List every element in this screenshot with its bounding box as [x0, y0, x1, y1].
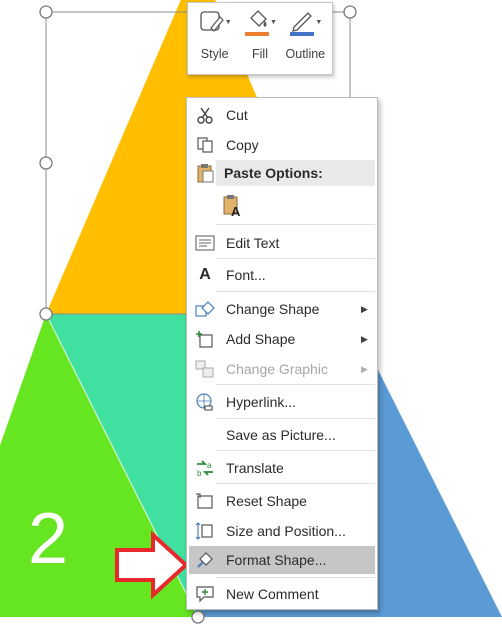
menu-label: Cut [226, 107, 248, 123]
outline-color-swatch [290, 32, 315, 36]
scissors-icon [193, 103, 217, 127]
resize-handle[interactable] [39, 156, 53, 170]
menu-separator [216, 418, 375, 419]
change-graphic-icon [193, 357, 217, 381]
style-icon: ▼ [198, 7, 232, 37]
format-shape-icon [193, 548, 217, 572]
menu-label: Translate [226, 460, 284, 476]
font-icon: A [199, 266, 211, 283]
menu-separator [216, 291, 375, 292]
menu-item-font[interactable]: A Font... [189, 261, 375, 289]
menu-label: Change Shape [226, 301, 320, 317]
clipboard-icon [193, 161, 217, 185]
style-label: Style [200, 47, 229, 61]
menu-label: Hyperlink... [226, 394, 297, 410]
paint-bucket-icon: ▼ [243, 7, 277, 37]
style-button[interactable]: ▼ Style [192, 7, 237, 74]
menu-item-size-and-position[interactable]: Size and Position... [189, 517, 375, 545]
menu-item-format-shape[interactable]: Format Shape... [189, 546, 375, 574]
reset-shape-icon [193, 489, 217, 513]
outline-button[interactable]: ▼ Outline [283, 7, 328, 74]
change-shape-icon [193, 297, 217, 321]
menu-item-save-as-picture[interactable]: Save as Picture... [189, 421, 375, 449]
menu-item-change-graphic[interactable]: Change Graphic ▶ [189, 355, 375, 383]
paste-options-header: Paste Options: [216, 160, 375, 186]
svg-text:A: A [231, 204, 241, 218]
fill-button[interactable]: ▼ Fill [237, 7, 282, 74]
fill-color-swatch [244, 32, 269, 36]
menu-item-hyperlink[interactable]: Hyperlink... [189, 388, 375, 416]
comment-icon [193, 582, 217, 606]
menu-item-change-shape[interactable]: Change Shape ▶ [189, 295, 375, 323]
menu-label: Size and Position... [226, 523, 346, 539]
context-menu: Cut Copy Paste Options: A Edit Text A Fo… [186, 97, 378, 610]
menu-label: Edit Text [226, 235, 280, 251]
resize-handle[interactable] [191, 610, 205, 624]
copy-icon [193, 133, 217, 157]
pen-icon: ▼ [288, 7, 322, 37]
paste-keep-text-button[interactable]: A [220, 192, 248, 220]
menu-label: New Comment [226, 586, 319, 602]
resize-handle[interactable] [39, 307, 53, 321]
menu-separator [216, 224, 375, 225]
mini-toolbar: ▼ Style ▼ Fill ▼ Outline [187, 2, 333, 75]
menu-item-copy[interactable]: Copy [189, 131, 375, 159]
outline-label: Outline [285, 47, 326, 61]
shape-number-label: 2 [28, 499, 68, 579]
menu-separator [216, 450, 375, 451]
menu-label: Reset Shape [226, 493, 307, 509]
svg-text:a: a [207, 461, 212, 470]
menu-label: Add Shape [226, 331, 296, 347]
size-position-icon [193, 519, 217, 543]
menu-label: Font... [226, 267, 266, 283]
menu-label: Format Shape... [226, 552, 327, 568]
menu-item-add-shape[interactable]: Add Shape ▶ [189, 325, 375, 353]
menu-label: Change Graphic [226, 361, 328, 377]
paste-text-icon: A [222, 194, 244, 218]
menu-separator [216, 258, 375, 259]
menu-item-translate[interactable]: ab Translate [189, 454, 375, 482]
menu-label: Copy [226, 137, 259, 153]
menu-separator [216, 384, 375, 385]
menu-item-cut[interactable]: Cut [189, 101, 375, 129]
submenu-arrow-icon: ▶ [361, 303, 368, 314]
translate-icon: ab [193, 456, 217, 480]
add-shape-icon [193, 327, 217, 351]
menu-label: Save as Picture... [226, 427, 336, 443]
edit-text-icon [193, 231, 217, 255]
blank-icon [193, 423, 217, 447]
menu-item-edit-text[interactable]: Edit Text [189, 229, 375, 257]
menu-separator [216, 577, 375, 578]
menu-item-reset-shape[interactable]: Reset Shape [189, 487, 375, 515]
menu-separator [216, 483, 375, 484]
hyperlink-icon [193, 390, 217, 414]
menu-item-new-comment[interactable]: New Comment [189, 580, 375, 608]
submenu-arrow-icon: ▶ [361, 333, 368, 344]
submenu-arrow-icon: ▶ [361, 363, 368, 374]
svg-text:b: b [197, 469, 202, 478]
fill-label: Fill [252, 47, 268, 61]
resize-handle[interactable] [39, 5, 53, 19]
resize-handle[interactable] [343, 5, 357, 19]
